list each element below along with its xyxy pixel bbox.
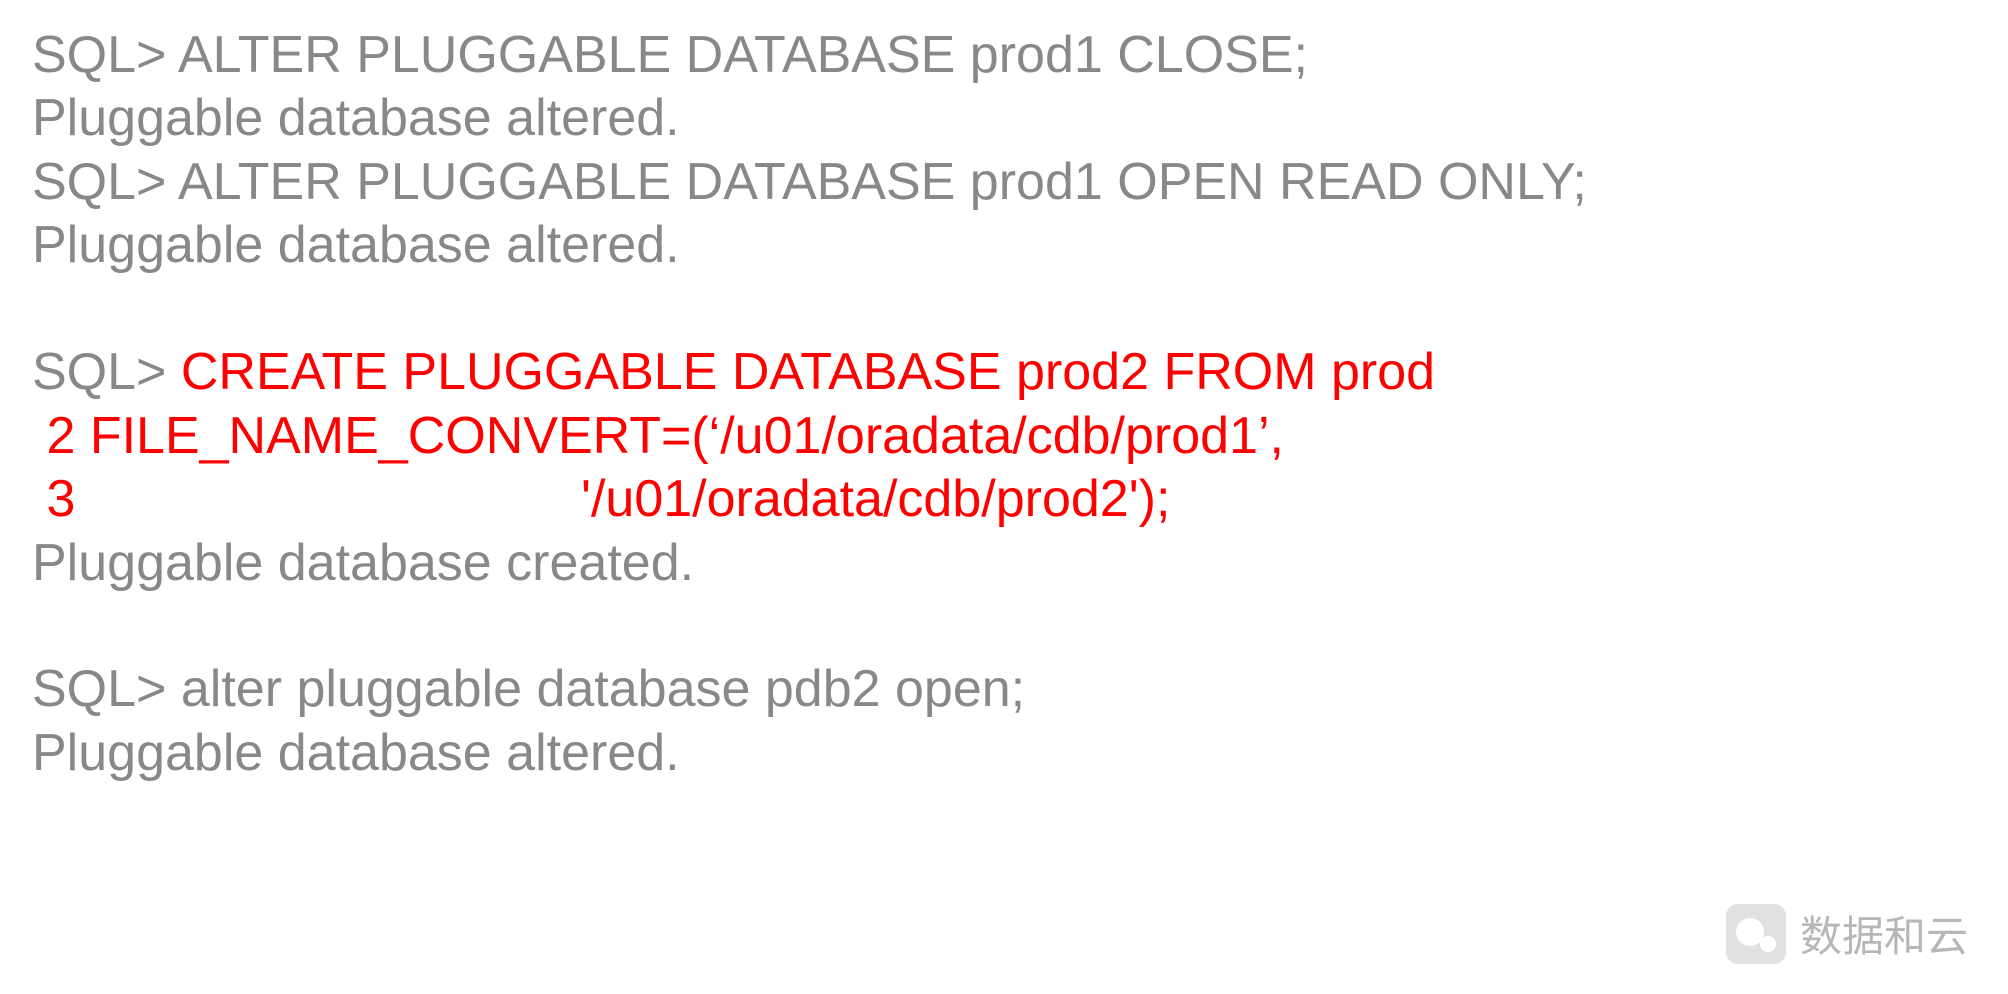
- terminal-line: [32, 595, 1976, 658]
- terminal-line: SQL> alter pluggable database pdb2 open;: [32, 658, 1976, 721]
- terminal-line: 2 FILE_NAME_CONVERT=(‘/u01/oradata/cdb/p…: [32, 405, 1976, 468]
- terminal-line: Pluggable database altered.: [32, 87, 1976, 150]
- terminal-line: SQL> ALTER PLUGGABLE DATABASE prod1 OPEN…: [32, 151, 1976, 214]
- sql-terminal-output: SQL> ALTER PLUGGABLE DATABASE prod1 CLOS…: [0, 0, 2008, 809]
- terminal-line: Pluggable database altered.: [32, 214, 1976, 277]
- terminal-line: Pluggable database created.: [32, 532, 1976, 595]
- terminal-line: Pluggable database altered.: [32, 722, 1976, 785]
- watermark-text: 数据和云: [1800, 903, 1968, 964]
- terminal-line: [32, 278, 1976, 341]
- terminal-line: SQL> ALTER PLUGGABLE DATABASE prod1 CLOS…: [32, 24, 1976, 87]
- terminal-line: SQL> CREATE PLUGGABLE DATABASE prod2 FRO…: [32, 341, 1976, 404]
- watermark: 数据和云: [1726, 903, 1968, 964]
- wechat-icon: [1726, 904, 1786, 964]
- terminal-line: 3 '/u01/oradata/cdb/prod2');: [32, 468, 1976, 531]
